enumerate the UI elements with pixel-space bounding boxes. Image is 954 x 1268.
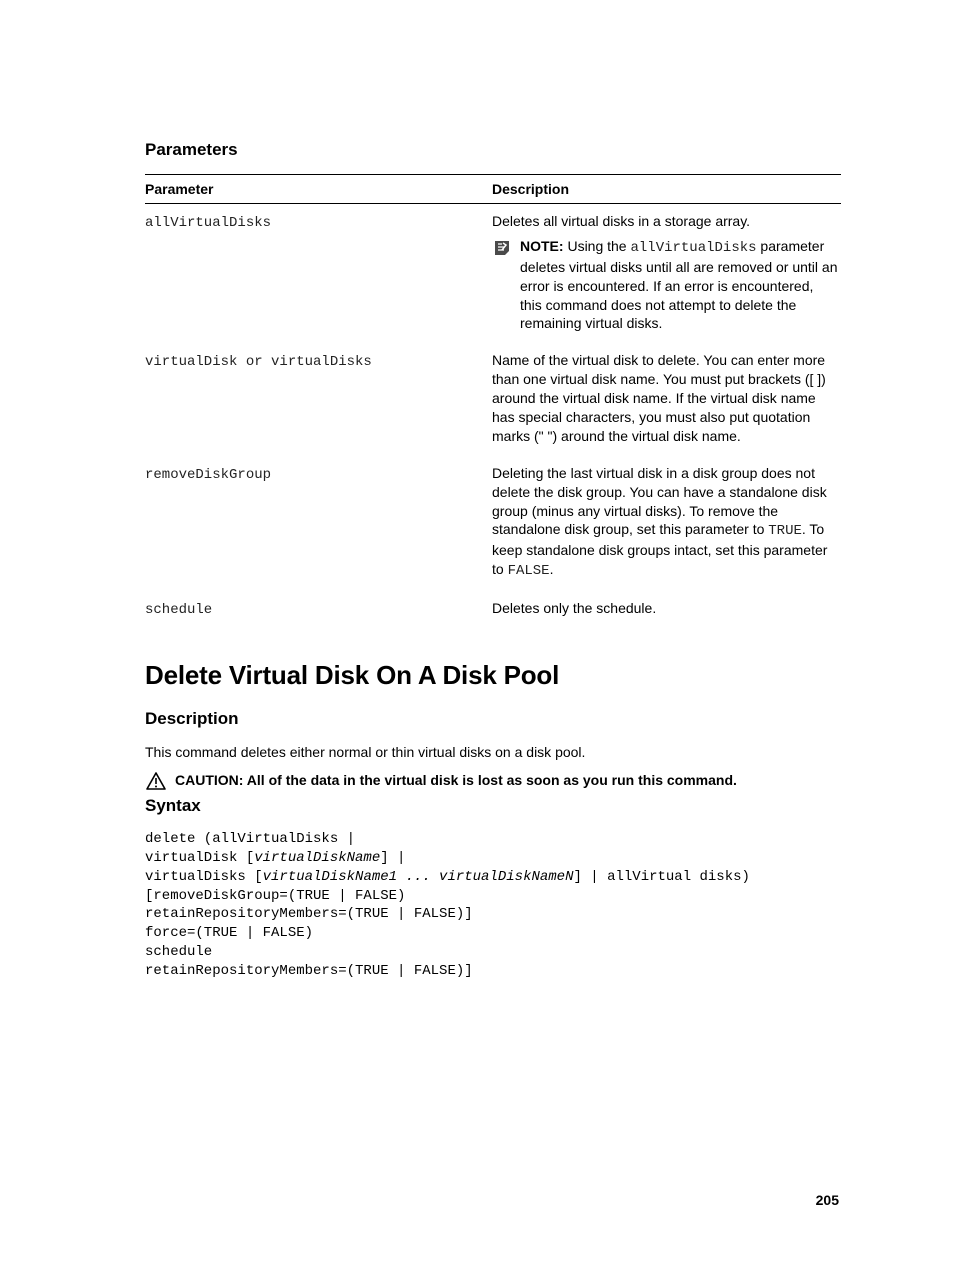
topic-heading: Delete Virtual Disk On A Disk Pool (145, 660, 839, 691)
param-code2: FALSE (508, 563, 550, 579)
table-row: schedule Deletes only the schedule. (145, 591, 841, 630)
note-pre: Using the (567, 238, 630, 254)
col-description: Description (492, 175, 841, 204)
param-desc: Deletes all virtual disks in a storage a… (492, 213, 750, 229)
parameters-heading: Parameters (145, 140, 839, 160)
caution-icon (145, 771, 169, 796)
caution-text: CAUTION: All of the data in the virtual … (175, 772, 737, 788)
col-parameter: Parameter (145, 175, 492, 204)
param-name: schedule (145, 602, 212, 618)
description-heading: Description (145, 709, 839, 729)
table-row: removeDiskGroup Deleting the last virtua… (145, 456, 841, 591)
table-row: virtualDisk or virtualDisks Name of the … (145, 343, 841, 455)
param-name: virtualDisk or virtualDisks (145, 354, 372, 370)
syntax-heading: Syntax (145, 796, 839, 816)
page-number: 205 (816, 1192, 839, 1208)
param-desc-post: . (550, 561, 554, 577)
param-desc: Name of the virtual disk to delete. You … (492, 352, 826, 444)
param-desc: Deletes only the schedule. (492, 600, 656, 616)
param-name: removeDiskGroup (145, 467, 271, 483)
caution-box: CAUTION: All of the data in the virtual … (145, 772, 839, 796)
param-name: allVirtualDisks (145, 215, 271, 231)
param-code1: TRUE (768, 523, 802, 539)
note-code: allVirtualDisks (631, 240, 757, 256)
note-box: NOTE: Using the allVirtualDisks paramete… (492, 237, 839, 333)
note-text: NOTE: Using the allVirtualDisks paramete… (520, 237, 839, 333)
parameters-table: Parameter Description allVirtualDisks De… (145, 174, 841, 630)
description-body: This command deletes either normal or th… (145, 743, 839, 762)
note-icon (492, 238, 514, 263)
syntax-code: delete (allVirtualDisks | virtualDisk [v… (145, 830, 839, 981)
note-label: NOTE: (520, 238, 567, 254)
table-row: allVirtualDisks Deletes all virtual disk… (145, 204, 841, 344)
